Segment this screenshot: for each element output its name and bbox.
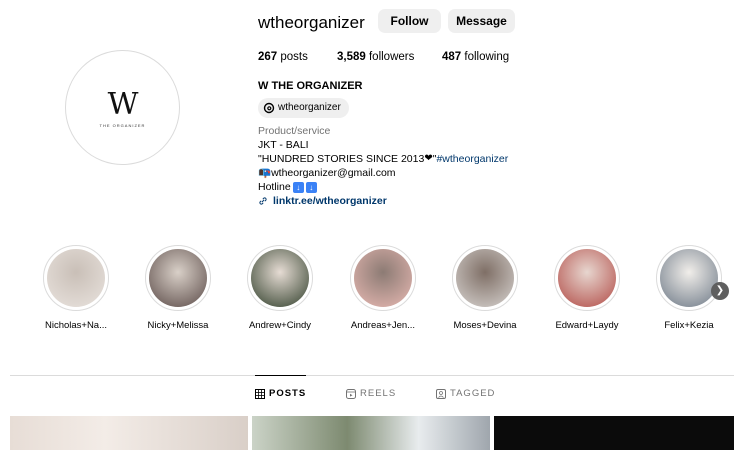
hashtag-link[interactable]: #wtheorganizer xyxy=(436,152,508,166)
highlight-image xyxy=(251,249,309,307)
follow-button[interactable]: Follow xyxy=(378,9,441,33)
highlight-label: Andrew+Cindy xyxy=(248,320,312,331)
tagged-icon xyxy=(436,388,446,399)
link-icon xyxy=(259,197,267,205)
reels-icon xyxy=(346,388,356,399)
heart-icon: ❤ xyxy=(424,153,433,164)
message-button[interactable]: Message xyxy=(448,9,515,33)
highlight-label: Edward+Laydy xyxy=(555,320,619,331)
tab-reels[interactable]: REELS xyxy=(346,388,396,399)
story-highlight[interactable]: Nicky+Melissa xyxy=(145,245,211,331)
bio-line-tagline: "HUNDRED STORIES SINCE 2013 ❤ " #wtheorga… xyxy=(258,152,509,166)
posts-count: 267 posts xyxy=(258,51,308,63)
highlight-image xyxy=(354,249,412,307)
highlight-image xyxy=(558,249,616,307)
highlight-cover xyxy=(145,245,211,311)
highlight-cover xyxy=(350,245,416,311)
bio-line-location: JKT - BALI xyxy=(258,139,309,151)
highlight-label: Nicholas+Na... xyxy=(44,320,108,331)
highlight-label: Andreas+Jen... xyxy=(350,320,416,331)
tab-posts[interactable]: POSTS xyxy=(255,375,307,399)
bio-email: wtheorganizer@gmail.com xyxy=(271,167,396,179)
avatar-logo-text: THE ORGANIZER xyxy=(99,123,146,128)
highlight-label: Nicky+Melissa xyxy=(147,320,209,331)
following-link[interactable]: 487 following xyxy=(442,51,509,63)
story-highlight[interactable]: Andreas+Jen... xyxy=(350,245,416,331)
story-highlight[interactable]: Edward+Laydy xyxy=(554,245,620,331)
story-highlight[interactable]: Moses+Devina xyxy=(452,245,518,331)
highlight-image xyxy=(660,249,718,307)
followers-link[interactable]: 3,589 followers xyxy=(337,51,414,63)
threads-badge[interactable]: wtheorganizer xyxy=(258,98,349,118)
down-arrow-icon: ↓ xyxy=(292,181,304,193)
bio-line-hotline: Hotline ↓ ↓ xyxy=(258,180,508,194)
avatar-logo-letter: W xyxy=(107,87,139,122)
highlight-label: Moses+Devina xyxy=(453,320,517,331)
threads-icon xyxy=(263,102,275,114)
bio-line-email: 📭 wtheorganizer@gmail.com xyxy=(258,166,508,180)
grid-icon xyxy=(255,388,265,399)
post-thumbnail[interactable] xyxy=(494,416,734,450)
profile-full-name: W THE ORGANIZER xyxy=(258,80,363,92)
highlight-cover xyxy=(554,245,620,311)
post-thumbnail[interactable] xyxy=(252,416,490,450)
highlight-image xyxy=(456,249,514,307)
profile-bio: Product/service JKT - BALI "HUNDRED STOR… xyxy=(258,124,508,208)
highlight-cover xyxy=(247,245,313,311)
tab-tagged[interactable]: TAGGED xyxy=(436,388,495,399)
profile-username: wtheorganizer xyxy=(258,13,365,32)
tabs-divider xyxy=(10,375,734,376)
profile-avatar[interactable]: W THE ORGANIZER xyxy=(65,50,180,165)
threads-handle: wtheorganizer xyxy=(278,102,341,113)
bio-category: Product/service xyxy=(258,125,331,137)
post-thumbnail[interactable] xyxy=(10,416,248,450)
highlight-image xyxy=(149,249,207,307)
highlight-label: Felix+Kezia xyxy=(664,320,714,331)
story-highlight[interactable]: Andrew+Cindy xyxy=(247,245,313,331)
bio-external-link[interactable]: linktr.ee/wtheorganizer xyxy=(258,194,508,208)
story-highlight[interactable]: Felix+Kezia xyxy=(656,245,722,331)
story-highlight[interactable]: Nicholas+Na... xyxy=(43,245,109,331)
mailbox-icon: 📭 xyxy=(258,167,272,179)
down-arrow-icon: ↓ xyxy=(305,181,317,193)
highlight-image xyxy=(47,249,105,307)
highlight-cover xyxy=(656,245,722,311)
chevron-right-icon[interactable]: ❯ xyxy=(711,282,729,300)
highlight-cover xyxy=(43,245,109,311)
highlight-cover xyxy=(452,245,518,311)
